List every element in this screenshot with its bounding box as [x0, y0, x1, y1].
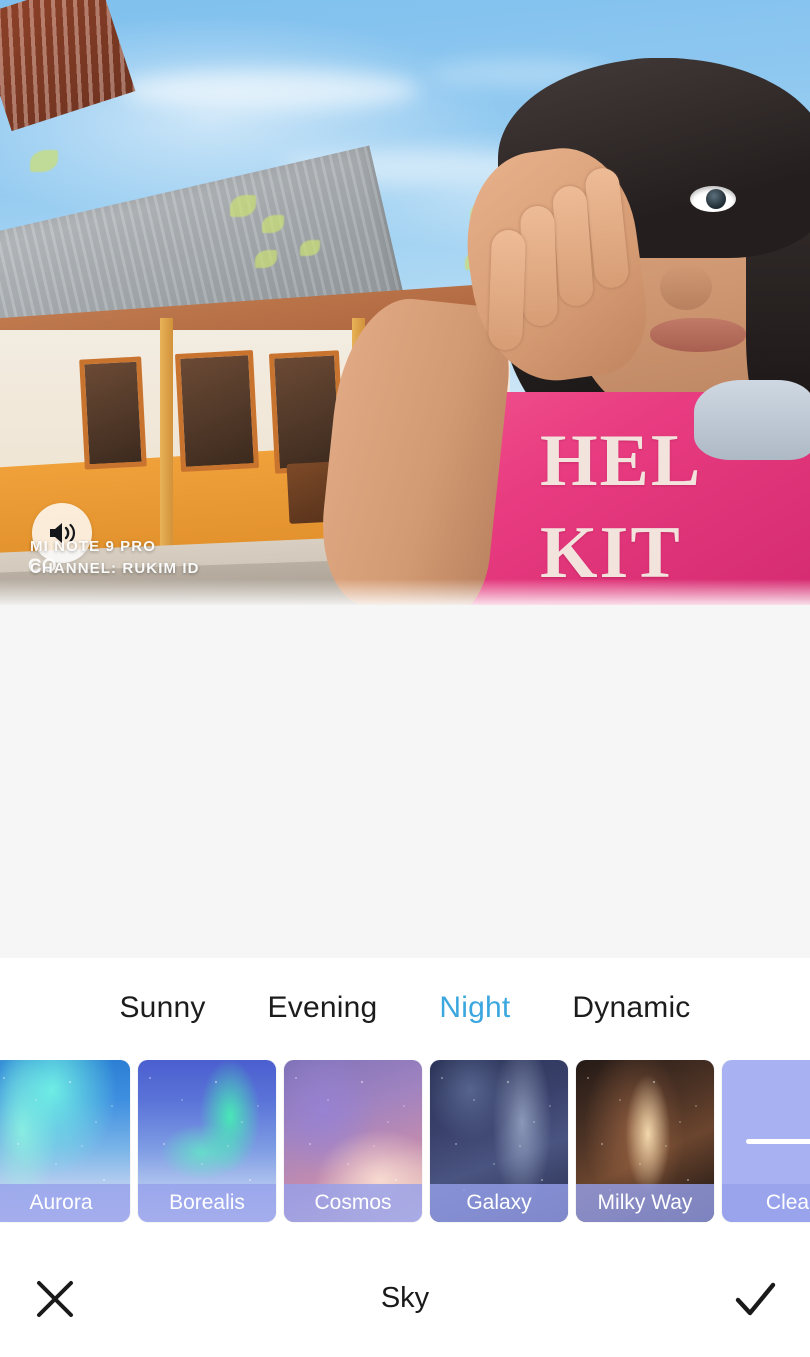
editor-title: Sky	[380, 1282, 430, 1314]
preset-label: Aurora	[0, 1184, 130, 1222]
tab-sunny[interactable]: Sunny	[119, 991, 205, 1025]
girl-finger	[519, 205, 559, 327]
house-pillar	[160, 318, 173, 568]
preset-label: Borealis	[138, 1184, 276, 1222]
editor-canvas-area[interactable]	[0, 605, 810, 958]
girl-eye	[690, 186, 736, 212]
editor-action-bar: Sky	[0, 1240, 810, 1357]
tab-evening[interactable]: Evening	[268, 991, 378, 1025]
check-icon	[735, 1282, 776, 1315]
preset-thumbnail-strip[interactable]: Aurora Borealis Cosmos Galaxy Milky Way	[0, 1060, 810, 1228]
category-tabs: Sunny Evening Night Dynamic	[0, 958, 810, 1058]
watermark-device: MI NOTE 9 PRO	[30, 538, 156, 555]
preset-item-galaxy[interactable]: Galaxy	[430, 1060, 568, 1222]
preset-item-aurora[interactable]: Aurora	[0, 1060, 130, 1222]
house-window	[174, 350, 260, 472]
watermark-channel: CHANNEL: RUKIM ID	[30, 559, 200, 577]
photo-editor-screen: HEL KIT CO MI NOTE 9 PRO CHANNEL: RUKIM …	[0, 0, 810, 1357]
preset-label: Galaxy	[430, 1184, 568, 1222]
cancel-button[interactable]	[0, 1240, 110, 1357]
preset-label: Clear	[722, 1184, 810, 1222]
close-icon	[37, 1280, 73, 1317]
intensity-slider[interactable]	[746, 1126, 810, 1156]
preset-item-borealis[interactable]: Borealis	[138, 1060, 276, 1222]
photo-bottom-fade	[0, 579, 810, 605]
preset-item-clear[interactable]: Clear	[722, 1060, 810, 1222]
shirt-text-line1: HEL	[540, 420, 703, 502]
shirt-shoulder	[694, 380, 810, 460]
preset-label: Milky Way	[576, 1184, 714, 1222]
preset-item-milky-way[interactable]: Milky Way	[576, 1060, 714, 1222]
photo-preview[interactable]: HEL KIT CO MI NOTE 9 PRO CHANNEL: RUKIM …	[0, 0, 810, 605]
tab-night[interactable]: Night	[439, 991, 510, 1025]
house-window	[79, 356, 147, 470]
confirm-button[interactable]	[700, 1240, 810, 1357]
girl-lips	[650, 318, 746, 352]
watermark: MI NOTE 9 PRO CHANNEL: RUKIM ID	[30, 536, 200, 580]
girl-finger	[487, 229, 527, 351]
preset-item-cosmos[interactable]: Cosmos	[284, 1060, 422, 1222]
slider-track[interactable]	[746, 1138, 810, 1144]
preset-label: Cosmos	[284, 1184, 422, 1222]
cloud-wisp	[120, 70, 420, 110]
girl-nose	[660, 264, 712, 310]
tab-dynamic[interactable]: Dynamic	[572, 991, 690, 1025]
